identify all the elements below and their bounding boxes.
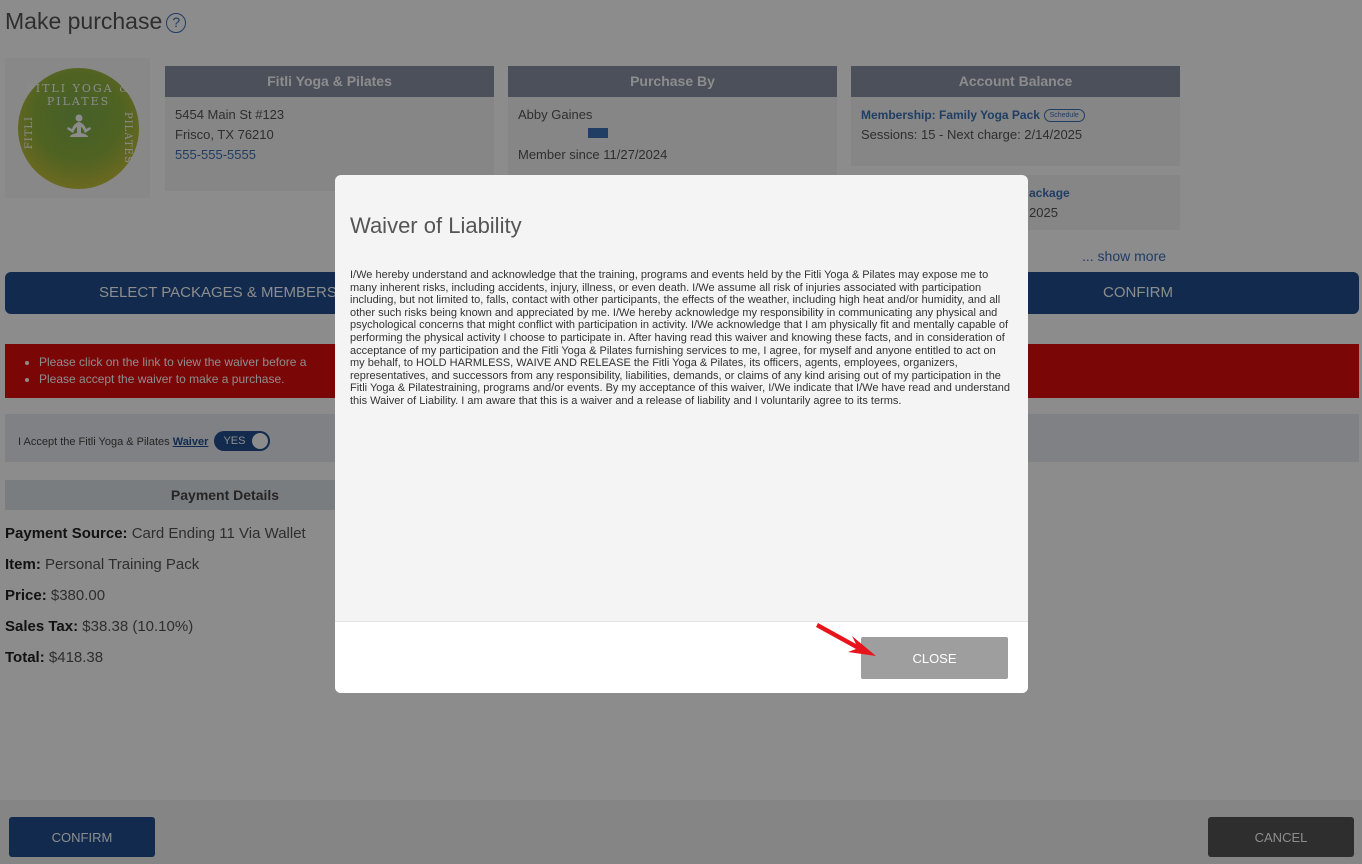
red-pointer-arrow-icon	[816, 623, 876, 656]
close-button[interactable]: Close	[861, 637, 1008, 679]
waiver-modal: Waiver of Liability I/We hereby understa…	[335, 175, 1028, 693]
modal-title: Waiver of Liability	[350, 213, 522, 238]
modal-footer: Close	[335, 621, 1028, 693]
waiver-text: I/We hereby understand and acknowledge t…	[350, 269, 1010, 407]
